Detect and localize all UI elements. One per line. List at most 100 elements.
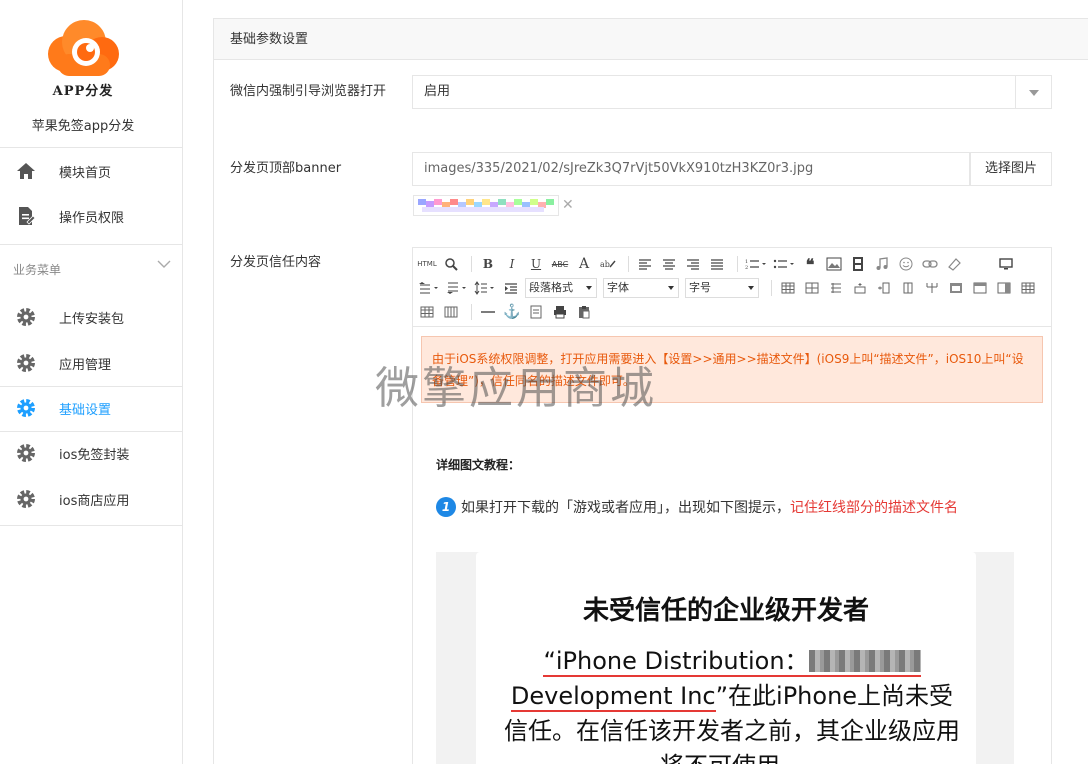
nav-item-label: ios商店应用 [59,493,130,509]
nav-item-operator-permissions[interactable]: 操作员权限 [0,194,182,238]
app-root: APP分发 苹果免签app分发 模块首页 操作员权限 业务菜单 上传安装包 应用… [0,0,1088,764]
italic-button[interactable]: I [502,254,522,274]
table-merge-icon[interactable] [826,278,846,298]
nav-item-app-management[interactable]: 应用管理 [0,341,182,385]
tutorial-screenshot: 未受信任的企业级开发者 “iPhone Distribution： Develo… [436,552,1014,764]
remove-image-icon[interactable]: ✕ [562,197,574,213]
banner-label: 分发页顶部banner [230,161,342,176]
nav-item-ios-store-apps[interactable]: ios商店应用 [0,477,182,521]
fullscreen-icon[interactable] [996,254,1016,274]
split-cell-icon[interactable] [922,278,942,298]
bold-button[interactable]: B [478,254,498,274]
paragraph-format-select[interactable]: 段落格式 [525,278,597,298]
horizontal-rule-icon[interactable] [478,302,498,322]
nav-item-label: 上传安装包 [59,311,125,327]
indent-icon[interactable] [501,278,521,298]
table-props-icon[interactable] [970,278,990,298]
video-icon[interactable] [848,254,868,274]
table-icon[interactable] [778,278,798,298]
nav-item-upload-package[interactable]: 上传安装包 [0,295,182,339]
toolbar-divider [628,256,629,272]
choose-image-button[interactable]: 选择图片 [970,152,1052,186]
document-icon [16,206,36,226]
align-justify-icon[interactable] [707,254,727,274]
toolbar-divider [471,304,472,320]
banner-thumbnail [413,195,559,216]
align-left-icon[interactable] [635,254,655,274]
tutorial-heading: 详细图文教程： [436,458,521,472]
highlight-icon[interactable]: ab [598,254,618,274]
paste-icon[interactable] [574,302,594,322]
nav-item-label: 模块首页 [59,165,112,181]
nav-item-module-home[interactable]: 模块首页 [0,149,182,193]
toolbar-divider [737,256,738,272]
select-value: 启用 [424,84,451,99]
rich-text-editor: HTML B I U ABC A ab 12 ❝ 段落格式 字体 字号 ⚓ 由于… [412,247,1052,764]
divider [0,525,183,526]
nav-item-label: ios免签封装 [59,447,130,463]
page-break-icon[interactable] [526,302,546,322]
logo-area: APP分发 苹果免签app分发 [0,0,182,148]
anchor-icon[interactable]: ⚓ [502,302,522,322]
align-right-icon[interactable] [683,254,703,274]
svg-text:2: 2 [745,265,748,270]
emoji-icon[interactable] [896,254,916,274]
music-icon[interactable] [872,254,892,274]
tutorial-step-1: 1 如果打开下载的「游戏或者应用」，出现如下图提示，记住红线部分的描述文件名 [436,495,1036,522]
line-height-icon[interactable] [473,278,497,298]
row-spacing-top-icon[interactable] [417,278,441,298]
nav-item-label: 操作员权限 [59,210,125,226]
nav-item-label: 应用管理 [59,357,112,373]
business-menu-header[interactable]: 业务菜单 [0,244,182,294]
strikethrough-button[interactable]: ABC [550,254,570,274]
blockquote-icon[interactable]: ❝ [800,254,820,274]
row-spacing-bottom-icon[interactable] [445,278,469,298]
untrusted-dialog-image: 未受信任的企业级开发者 “iPhone Distribution： Develo… [476,552,976,764]
table-grid-icon[interactable] [441,302,461,322]
insert-row-icon[interactable] [850,278,870,298]
browser-redirect-select[interactable]: 启用 [412,75,1052,109]
preview-search-icon[interactable] [441,254,461,274]
font-color-button[interactable]: A [574,254,594,274]
align-center-icon[interactable] [659,254,679,274]
gear-icon [16,443,36,463]
font-family-select[interactable]: 字体 [603,278,679,298]
ordered-list-icon[interactable]: 12 [744,254,768,274]
merge-down-icon[interactable] [1018,278,1038,298]
toolbar-row-2: 段落格式 字体 字号 [417,276,1042,300]
insert-col-icon[interactable] [874,278,894,298]
settings-panel: 基础参数设置 微信内强制引导浏览器打开 启用 分发页顶部banner image… [213,18,1088,764]
eraser-icon[interactable] [944,254,964,274]
print-icon[interactable] [550,302,570,322]
dialog-body: “iPhone Distribution： Development Inc”在此… [502,644,962,764]
profile-name-underlined: “iPhone Distribution： [543,647,921,677]
banner-path-input[interactable]: images/335/2021/02/sJreZk3Q7rVjt50VkX910… [412,152,970,186]
table-insert-icon[interactable] [802,278,822,298]
gear-icon [16,353,36,373]
html-source-button[interactable]: HTML [417,254,437,274]
merge-right-icon[interactable] [994,278,1014,298]
dialog-title: 未受信任的企业级开发者 [582,596,869,626]
nav-item-basic-settings[interactable]: 基础设置 [0,386,182,430]
link-icon[interactable] [920,254,940,274]
home-icon [16,161,36,181]
toolbar-row-1: HTML B I U ABC A ab 12 ❝ [417,252,1020,276]
image-icon[interactable] [824,254,844,274]
delete-col-icon[interactable] [898,278,918,298]
svg-text:ab: ab [600,260,610,269]
nav-item-label: 基础设置 [59,402,112,418]
cell-props-icon[interactable] [946,278,966,298]
toolbar-row-3: ⚓ [417,300,598,324]
unordered-list-icon[interactable] [772,254,796,274]
nav-item-ios-wrap[interactable]: ios免签封装 [0,431,182,475]
trust-content-label: 分发页信任内容 [230,255,322,270]
editor-toolbar: HTML B I U ABC A ab 12 ❝ 段落格式 字体 字号 ⚓ [413,248,1051,326]
font-size-select[interactable]: 字号 [685,278,759,298]
editor-content[interactable]: 由于iOS系统权限调整，打开应用需要进入【设置>>通用>>描述文件】(iOS9上… [413,326,1051,764]
toolbar-divider [471,256,472,272]
redacted-name [808,650,921,672]
step-highlight: 记住红线部分的描述文件名 [790,500,958,516]
app-logo-icon [48,20,119,76]
delete-table-icon[interactable] [417,302,437,322]
underline-button[interactable]: U [526,254,546,274]
